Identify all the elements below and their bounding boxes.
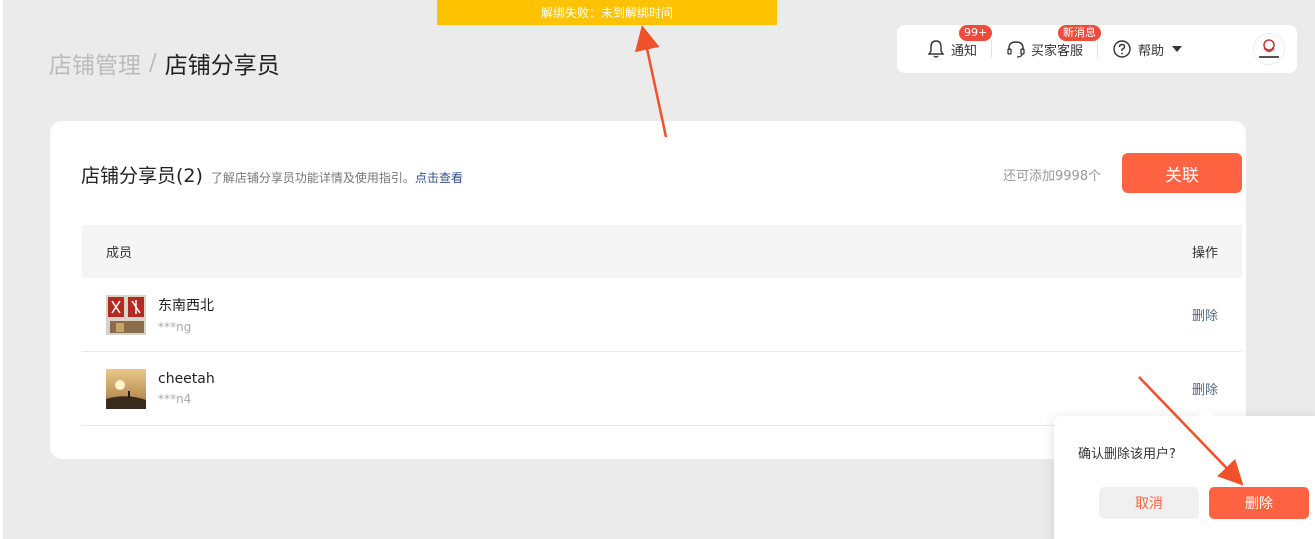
headset-icon <box>1006 39 1026 59</box>
delete-link[interactable]: 删除 <box>1192 305 1218 324</box>
view-guide-link[interactable]: 点击查看 <box>415 169 463 186</box>
notify-label: 通知 <box>951 43 978 59</box>
notify-badge: 99+ <box>959 25 993 41</box>
customer-service-label: 买家客服 <box>1031 43 1084 59</box>
delete-confirm-popover: 确认删除该用户? 取消 删除 <box>1054 407 1315 539</box>
sharer-card: 店铺分享员(2) 了解店铺分享员功能详情及使用指引。 点击查看 还可添加9998… <box>50 121 1246 459</box>
member-info: 东南西北 ***ng <box>106 294 214 335</box>
notify-button[interactable]: 通知 99+ <box>927 25 993 59</box>
breadcrumb-shop-management[interactable]: 店铺管理 <box>49 46 141 80</box>
breadcrumb: 店铺管理 / 店铺分享员 <box>49 46 280 80</box>
member-avatar <box>106 368 146 409</box>
page-title: 店铺分享员 <box>164 53 280 79</box>
member-info: cheetah ***n4 <box>106 368 215 409</box>
confirm-delete-button[interactable]: 删除 <box>1209 487 1309 519</box>
card-description: 了解店铺分享员功能详情及使用指引。 <box>210 171 415 185</box>
member-account: ***ng <box>158 320 192 334</box>
member-account: ***n4 <box>158 392 192 406</box>
help-label: 帮助 <box>1138 43 1165 59</box>
members-table: 成员 操作 东南西北 ***ng 删除 cheetah ***n4 删除 <box>82 225 1242 426</box>
shop-avatar[interactable] <box>1253 33 1285 65</box>
delete-link[interactable]: 删除 <box>1192 379 1218 398</box>
shop-logo-icon <box>1259 39 1279 58</box>
table-row: cheetah ***n4 删除 <box>82 352 1242 426</box>
column-header-action: 操作 <box>1191 246 1218 261</box>
toolbar-divider <box>1097 40 1099 58</box>
breadcrumb-separator: / <box>149 50 157 76</box>
column-header-member: 成员 <box>106 246 133 261</box>
help-dropdown[interactable]: 帮助 <box>1112 39 1183 59</box>
table-header: 成员 操作 <box>82 225 1242 278</box>
member-name: cheetah <box>158 371 215 387</box>
new-message-badge: 新消息 <box>1058 25 1102 41</box>
bell-icon <box>927 39 945 59</box>
member-avatar <box>106 294 146 335</box>
remaining-quota: 还可添加9998个 <box>1003 169 1102 184</box>
confirm-message: 确认删除该用户? <box>1078 447 1176 462</box>
associate-button[interactable]: 关联 <box>1122 153 1242 193</box>
card-title: 店铺分享员(2) <box>81 165 203 187</box>
card-header: 店铺分享员(2) 了解店铺分享员功能详情及使用指引。 点击查看 <box>81 161 463 188</box>
top-toolbar: 通知 99+ 买家客服 新消息 帮助 <box>897 25 1297 73</box>
cancel-button[interactable]: 取消 <box>1099 487 1199 519</box>
table-row: 东南西北 ***ng 删除 <box>82 278 1242 352</box>
toast-text: 解绑失败：未到解绑时间 <box>540 6 673 20</box>
customer-service-button[interactable]: 买家客服 新消息 <box>1006 25 1102 59</box>
question-circle-icon <box>1112 39 1132 59</box>
left-edge <box>0 0 3 539</box>
member-name: 东南西北 <box>158 298 214 314</box>
caret-down-icon <box>1172 46 1183 52</box>
error-toast: 解绑失败：未到解绑时间 <box>437 0 777 25</box>
toolbar-divider <box>991 40 993 58</box>
